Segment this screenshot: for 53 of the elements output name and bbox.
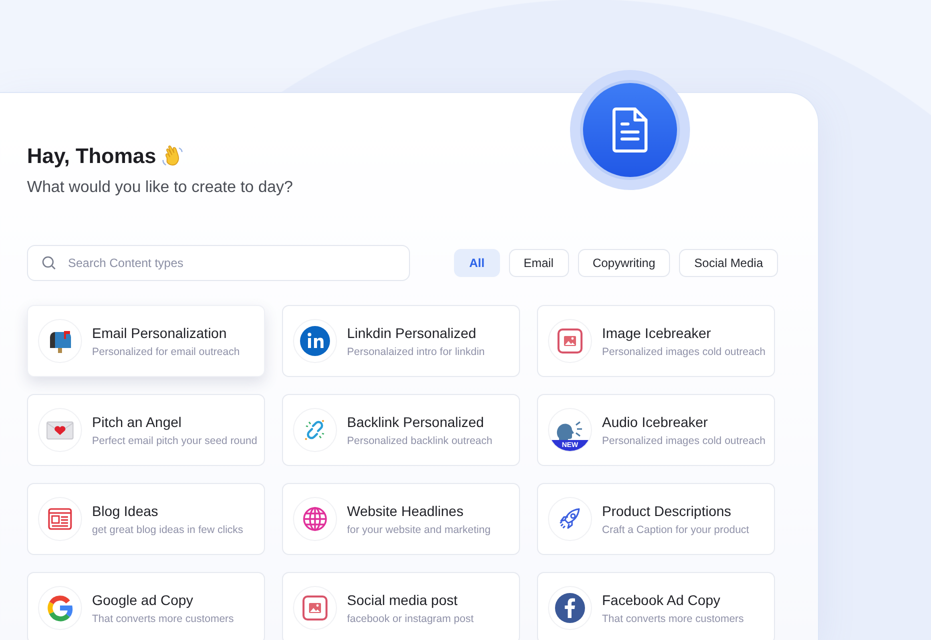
rocket-icon [558, 507, 582, 531]
search-field[interactable]: Search Content types [27, 245, 410, 281]
card-description: That converts more customers [602, 612, 744, 624]
card-title: Image Icebreaker [602, 324, 712, 340]
content-type-card[interactable]: Social media post facebook or instagram post [282, 572, 520, 640]
greeting-subtitle: What would you like to create to day? [27, 179, 294, 197]
content-type-card[interactable]: Product Descriptions Craft a Caption for your product [537, 483, 775, 555]
content-type-card[interactable]: Linkdin Personalized Personalaized intro for linkdin [282, 305, 520, 377]
content-type-card[interactable]: Pitch an Angel Perfect email pitch your seed round [27, 394, 265, 466]
content-type-card[interactable]: Backlink Personalized Personalized backlink outreach [282, 394, 520, 466]
image-icon [302, 595, 328, 621]
card-title: Facebook Ad Copy [602, 592, 722, 608]
card-title: Audio Icebreaker [602, 414, 709, 430]
search-icon [42, 256, 56, 270]
content-type-card[interactable]: Facebook Ad Copy That converts more customers [537, 572, 775, 640]
card-title: Email Personalization [92, 324, 228, 340]
filter-tab[interactable]: Social Media [679, 249, 778, 277]
linkedin-logo-icon [300, 326, 330, 356]
greeting-title: Hay, Thomas [27, 145, 156, 169]
card-description: Personalized backlink outreach [347, 434, 492, 446]
card-description: Perfect email pitch your seed round [92, 434, 258, 446]
card-title: Linkdin Personalized [347, 324, 478, 340]
card-title: Product Descriptions [602, 502, 732, 518]
content-type-card[interactable]: Blog Ideas get great blog ideas in few clicks [27, 483, 265, 555]
blog-page-icon [48, 508, 72, 530]
document-icon [610, 106, 650, 154]
filter-tab[interactable]: Copywriting [578, 249, 670, 277]
card-description: get great blog ideas in few clicks [92, 524, 244, 536]
card-title: Backlink Personalized [347, 414, 485, 430]
filter-tab[interactable]: Email [508, 249, 569, 277]
card-description: facebook or instagram post [347, 612, 474, 624]
card-title: Google ad Copy [92, 592, 194, 608]
content-type-card[interactable]: Email Personalization Personalized for email outreach [27, 305, 265, 377]
card-description: Craft a Caption for your product [602, 524, 750, 536]
card-title: Website Headlines [347, 502, 464, 518]
content-type-card[interactable]: Website Headlines for your website and marketing [282, 483, 520, 555]
card-title: Pitch an Angel [92, 414, 183, 430]
content-type-card[interactable]: Google ad Copy That converts more customers [27, 572, 265, 640]
content-type-card[interactable]: Image Icebreaker Personalized images cold outreach [537, 305, 775, 377]
mailbox-icon [47, 328, 73, 354]
card-description: Personalized images cold outreach [602, 346, 766, 358]
card-description: for your website and marketing [347, 524, 491, 536]
card-title: Blog Ideas [92, 502, 160, 518]
card-description: Personalaized intro for linkdin [347, 346, 485, 358]
card-description: Personalized images cold outreach [602, 434, 766, 446]
globe-icon [302, 506, 328, 532]
facebook-logo-icon [555, 593, 585, 623]
image-icon [557, 328, 583, 354]
card-title: Social media post [347, 592, 459, 608]
card-description: That converts more customers [92, 612, 234, 624]
google-logo-icon [46, 594, 74, 622]
filter-tab[interactable]: All [454, 249, 500, 277]
card-description: Personalized for email outreach [92, 346, 240, 358]
